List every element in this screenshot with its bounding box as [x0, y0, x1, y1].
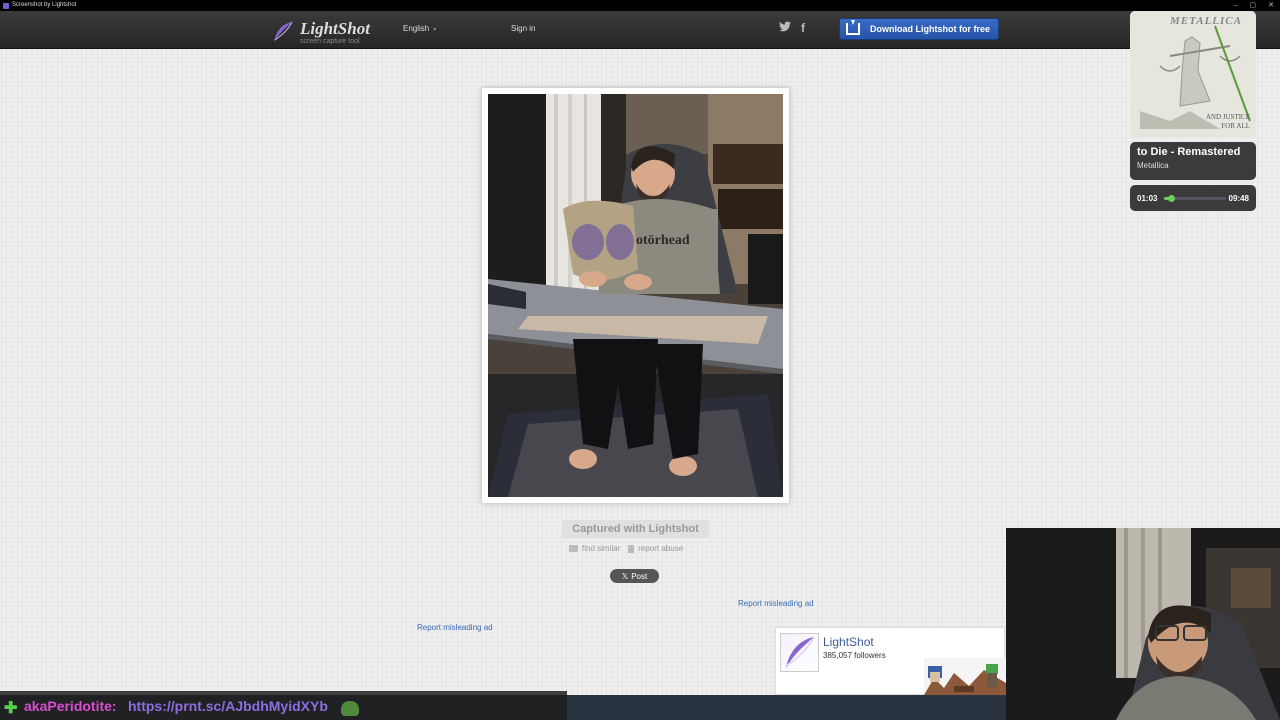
brand-name: LightShot	[300, 19, 370, 38]
social-links: f	[779, 21, 805, 35]
report-abuse-label: report abuse	[638, 544, 684, 553]
download-icon	[846, 20, 860, 35]
window-controls: – ▢ ✕	[1234, 0, 1274, 11]
lightshot-logo[interactable]: LightShot screen capture tool	[270, 17, 380, 45]
widget-page-name[interactable]: LightShot	[823, 635, 874, 649]
close-icon[interactable]: ✕	[1268, 0, 1274, 11]
report-misleading-ad-link[interactable]: Report misleading ad	[738, 599, 814, 608]
chat-username: akaPeridotite:	[24, 698, 117, 714]
twitter-icon[interactable]	[779, 21, 791, 35]
chat-message[interactable]: https://prnt.sc/AJbdhMyidXYb	[128, 698, 328, 714]
captured-with-lightshot[interactable]: Captured with Lightshot	[562, 520, 709, 538]
language-select[interactable]: English ▾	[403, 24, 436, 33]
album-title-line2: FOR ALL	[1221, 122, 1250, 130]
album-band-name: METALLICA	[1170, 15, 1242, 27]
lightshot-avatar[interactable]	[780, 633, 819, 672]
window-titlebar: Screenshot by Lightshot – ▢ ✕	[0, 0, 1280, 11]
total-time: 09:48	[1228, 194, 1249, 203]
track-title: to Die - Remastered	[1137, 146, 1241, 158]
screenshot-frame: otörhead	[482, 88, 789, 503]
download-button[interactable]: Download Lightshot for free	[839, 18, 999, 40]
screenshot-image[interactable]: otörhead	[488, 94, 783, 497]
chevron-down-icon: ▾	[433, 27, 437, 33]
brand-tagline: screen capture tool	[300, 38, 360, 45]
track-artist: Metallica	[1137, 161, 1169, 170]
post-label: Post	[631, 571, 648, 581]
site-header: LightShot screen capture tool English ▾ S…	[0, 11, 1280, 49]
signin-link[interactable]: Sign in	[511, 24, 535, 33]
x-icon: 𝕏	[621, 571, 629, 581]
flag-icon	[628, 544, 635, 553]
pixel-art-image	[924, 658, 1006, 695]
app-icon	[3, 2, 9, 9]
minimize-icon[interactable]: –	[1234, 0, 1238, 11]
report-misleading-ad-link[interactable]: Report misleading ad	[417, 623, 493, 632]
facebook-icon[interactable]: f	[801, 21, 805, 35]
image-actions: find similar report abuse	[569, 544, 683, 553]
window-title: Screenshot by Lightshot	[12, 2, 77, 8]
album-title-line1: AND JUSTICE	[1205, 113, 1250, 121]
download-label: Download Lightshot for free	[870, 24, 990, 34]
progress-knob[interactable]	[1167, 195, 1175, 202]
camera-icon	[569, 545, 578, 552]
social-follow-widget: LightShot 385,057 followers	[775, 627, 1006, 695]
svg-text:otörhead: otörhead	[636, 233, 690, 248]
elapsed-time: 01:03	[1137, 194, 1158, 203]
widget-followers: 385,057 followers	[823, 651, 886, 660]
x-post-button[interactable]: 𝕏 Post	[610, 569, 659, 583]
now-playing-widget: METALLICA AND JUSTICE FOR ALL to Die - R…	[1130, 11, 1256, 211]
report-abuse-link[interactable]: report abuse	[628, 544, 683, 553]
find-similar-label: find similar	[582, 544, 621, 553]
track-progress: 01:03 09:48	[1130, 185, 1256, 211]
track-info: to Die - Remastered Metallica	[1130, 142, 1256, 180]
find-similar-link[interactable]: find similar	[569, 544, 620, 553]
plus-icon: ✚	[4, 700, 18, 717]
webcam-overlay	[1006, 528, 1280, 720]
maximize-icon[interactable]: ▢	[1250, 0, 1257, 11]
feather-icon	[274, 21, 293, 42]
album-cover: METALLICA AND JUSTICE FOR ALL	[1130, 11, 1256, 137]
album-title: AND JUSTICE FOR ALL	[1206, 113, 1250, 131]
language-label: English	[403, 24, 430, 33]
frog-emote-icon	[341, 701, 359, 716]
